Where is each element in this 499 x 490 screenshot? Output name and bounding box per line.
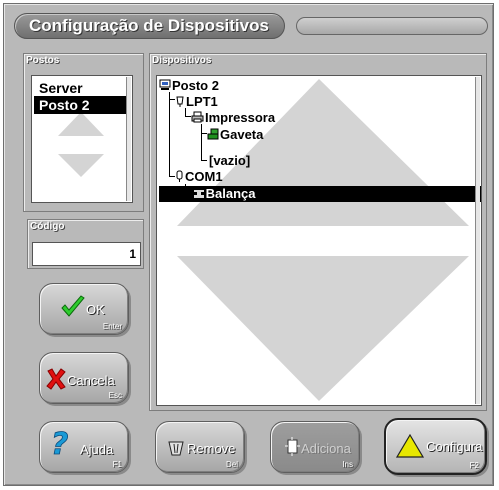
ajuda-shortcut: F1 (112, 460, 122, 469)
cancela-button[interactable]: Cancela Esc (39, 352, 129, 404)
computer-icon (159, 79, 171, 95)
trash-icon (168, 440, 184, 461)
cancela-shortcut: Esc (108, 391, 122, 400)
tree-line (169, 99, 170, 176)
window-title: Configuração de Dispositivos (29, 16, 269, 35)
remove-label: Remove (187, 441, 236, 456)
add-icon (284, 437, 300, 462)
tree-node-vazio[interactable]: [vazio] (209, 153, 250, 169)
cash-drawer-icon (207, 128, 219, 144)
remove-button[interactable]: Remove Del (155, 421, 245, 473)
tree-node-gaveta[interactable]: Gaveta (207, 127, 263, 143)
check-icon (60, 295, 86, 324)
remove-shortcut: Del (225, 460, 238, 469)
postos-item-server[interactable]: Server (34, 79, 126, 97)
svg-text:?: ? (51, 428, 68, 458)
postos-scrollbar[interactable] (126, 77, 131, 201)
scale-icon (193, 187, 205, 203)
tree-node-impressora[interactable]: Impressora (191, 110, 275, 126)
question-icon: ? (50, 427, 74, 463)
tree-node-balanca[interactable]: Balança (159, 186, 481, 203)
x-icon (46, 368, 66, 395)
postos-item-posto-2[interactable]: Posto 2 (34, 96, 126, 114)
dispositivos-label: Dispositivos (152, 55, 212, 66)
configura-label: Configura (426, 439, 483, 454)
printer-icon (191, 111, 204, 127)
dispositivos-group: Dispositivos Posto 2 LPT1 Impressora Gav… (149, 53, 487, 411)
adiciona-shortcut: Ins (342, 460, 353, 469)
configura-shortcut: F2 (469, 461, 479, 470)
tree-line (201, 160, 207, 161)
title-bar: Configuração de Dispositivos (14, 13, 285, 39)
postos-group: Postos Server Posto 2 (23, 53, 144, 212)
codigo-input[interactable]: 1 (32, 242, 141, 266)
tree-node-com1[interactable]: COM1 (175, 169, 223, 185)
tree-node-lpt1[interactable]: LPT1 (175, 94, 218, 110)
postos-label: Postos (26, 55, 60, 66)
serial-port-icon (175, 170, 184, 186)
device-tree[interactable]: Posto 2 LPT1 Impressora Gaveta [vazio] C… (156, 75, 482, 406)
adiciona-label: Adiciona (301, 441, 351, 456)
tree-node-posto-2[interactable]: Posto 2 (159, 78, 219, 94)
adiciona-button[interactable]: Adiciona Ins (270, 421, 360, 473)
postos-list[interactable]: Server Posto 2 (31, 75, 133, 203)
ok-label: OK (86, 302, 105, 317)
tree-scrollbar[interactable] (475, 77, 480, 404)
configura-button[interactable]: Configura F2 (384, 418, 487, 475)
codigo-group: Código 1 (27, 219, 144, 269)
cancela-label: Cancela (67, 373, 115, 388)
ok-shortcut: Enter (102, 322, 122, 331)
codigo-label: Código (30, 221, 65, 232)
port-icon (175, 95, 185, 111)
configuracao-dialog: Configuração de Dispositivos Postos Serv… (3, 3, 494, 486)
title-bar-decoration (296, 17, 488, 35)
ok-button[interactable]: OK Enter (39, 283, 129, 335)
ajuda-button[interactable]: ? Ajuda F1 (39, 421, 129, 473)
ajuda-label: Ajuda (80, 442, 114, 457)
warning-triangle-icon (395, 433, 425, 463)
tree-line (201, 124, 202, 160)
